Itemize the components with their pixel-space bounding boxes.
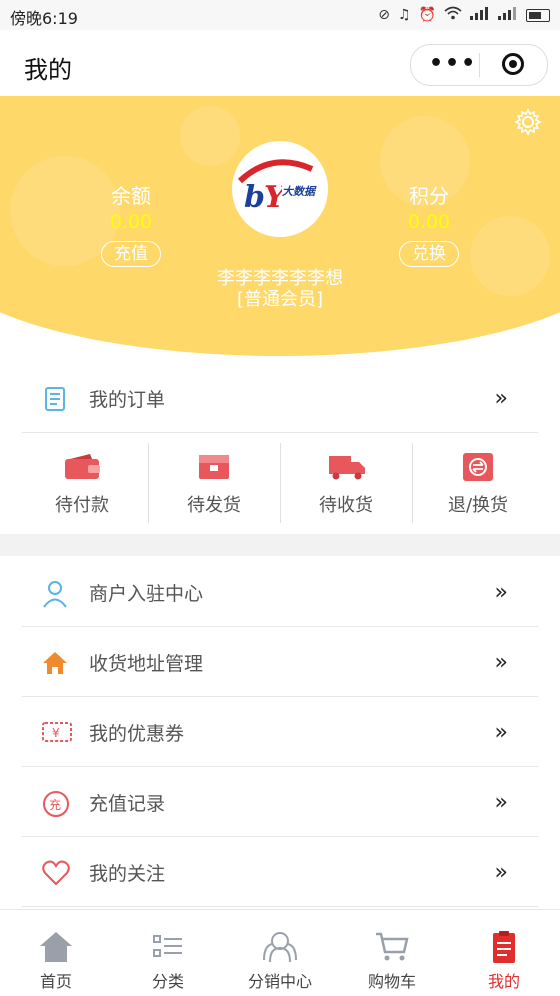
status-return-exchange[interactable]: 退/换货 <box>412 443 544 523</box>
package-icon <box>196 453 232 481</box>
tab-home[interactable]: 首页 <box>0 910 112 996</box>
page-title: 我的 <box>24 56 72 84</box>
tab-label: 分类 <box>151 972 184 991</box>
tab-label: 分销中心 <box>247 972 312 991</box>
status-icons: ⊘ ♫ ⏰ <box>378 6 550 24</box>
capsule-divider <box>479 53 480 77</box>
coupon-icon: ¥ <box>42 720 72 746</box>
logo-text: 大数据 <box>282 185 315 198</box>
chevron-right-icon: » <box>494 860 509 885</box>
nav-bar: 我的 ••• <box>0 30 560 96</box>
my-orders-row[interactable]: 我的订单 » <box>22 364 538 433</box>
tab-category[interactable]: 分类 <box>112 910 224 996</box>
profile-header: 余额 0.00 充值 积分 0.00 兑换 b Y 大数据 李李李李李李想 [普… <box>0 96 560 358</box>
tab-profile[interactable]: 我的 <box>448 910 560 996</box>
menu-item-merchant-center[interactable]: 商户入驻中心 » <box>22 558 538 627</box>
profile-icon <box>486 930 522 964</box>
truck-icon <box>328 453 365 481</box>
status-label: 待收货 <box>319 495 373 516</box>
chevron-right-icon: » <box>494 720 509 745</box>
return-icon <box>460 453 496 481</box>
bubble-decoration <box>180 106 240 166</box>
menu-item-address[interactable]: 收货地址管理 » <box>22 628 538 697</box>
menu-item-label: 我的优惠券 <box>89 723 185 745</box>
tab-distribution[interactable]: 分销中心 <box>224 910 336 996</box>
tab-label: 首页 <box>39 972 72 991</box>
member-level: [普通会员] <box>236 289 324 310</box>
more-icon[interactable]: ••• <box>429 51 477 76</box>
points-value: 0.00 <box>407 211 451 233</box>
balance-value: 0.00 <box>109 211 153 233</box>
status-time: 傍晚6:19 <box>10 9 78 28</box>
alarm-icon: ⏰ <box>418 7 436 23</box>
tab-label: 我的 <box>487 972 520 991</box>
menu-item-recharge-records[interactable]: 充 充值记录 » <box>22 768 538 837</box>
menu-item-favorites[interactable]: 我的关注 » <box>22 838 538 907</box>
chevron-right-icon: » <box>494 650 509 675</box>
balance-label: 余额 <box>111 184 151 208</box>
points-label: 积分 <box>409 184 449 208</box>
status-pending-shipment[interactable]: 待发货 <box>148 443 280 523</box>
menu-item-label: 充值记录 <box>89 793 166 815</box>
distribution-icon <box>262 930 298 964</box>
order-list-icon <box>42 386 68 412</box>
status-label: 待付款 <box>55 495 109 516</box>
wallet-icon <box>64 453 100 481</box>
section-gap <box>0 534 560 556</box>
signal-icon <box>470 6 490 24</box>
menu-item-coupons[interactable]: ¥ 我的优惠券 » <box>22 698 538 767</box>
settings-gear-icon[interactable] <box>514 108 542 136</box>
status-bar: 傍晚6:19 ⊘ ♫ ⏰ <box>0 0 560 30</box>
menu-item-label: 我的关注 <box>89 863 166 885</box>
battery-icon <box>526 8 550 22</box>
tab-bar: 首页 分类 分销中心 购物车 我的 <box>0 909 560 996</box>
home-icon <box>42 650 68 676</box>
my-orders-label: 我的订单 <box>89 389 166 411</box>
status-pending-receipt[interactable]: 待收货 <box>280 443 412 523</box>
avatar[interactable]: b Y 大数据 <box>232 141 328 237</box>
heart-icon <box>42 860 70 886</box>
merchant-icon <box>42 580 68 608</box>
link-icon: ⊘ <box>378 7 390 23</box>
chevron-right-icon: » <box>494 580 509 605</box>
menu-item-label: 商户入驻中心 <box>89 583 204 605</box>
home-tab-icon <box>38 930 74 964</box>
tab-cart[interactable]: 购物车 <box>336 910 448 996</box>
signal-icon-2 <box>498 6 518 24</box>
menu-item-label: 收货地址管理 <box>89 653 204 675</box>
cart-icon <box>374 930 410 964</box>
chevron-right-icon: » <box>494 386 509 411</box>
close-miniprogram-icon[interactable] <box>502 53 524 75</box>
miniprogram-capsule: ••• <box>410 44 548 86</box>
category-icon <box>150 930 186 964</box>
wifi-icon <box>444 6 462 24</box>
status-label: 待发货 <box>187 495 241 516</box>
svg-text:¥: ¥ <box>52 726 60 740</box>
mute-icon: ♫ <box>398 7 411 23</box>
svg-text:充: 充 <box>49 797 61 812</box>
tab-label: 购物车 <box>367 972 416 991</box>
svg-text:b: b <box>244 180 265 215</box>
status-label: 退/换货 <box>447 495 509 516</box>
status-pending-payment[interactable]: 待付款 <box>16 443 148 523</box>
recharge-record-icon: 充 <box>42 790 69 817</box>
chevron-right-icon: » <box>494 790 509 815</box>
